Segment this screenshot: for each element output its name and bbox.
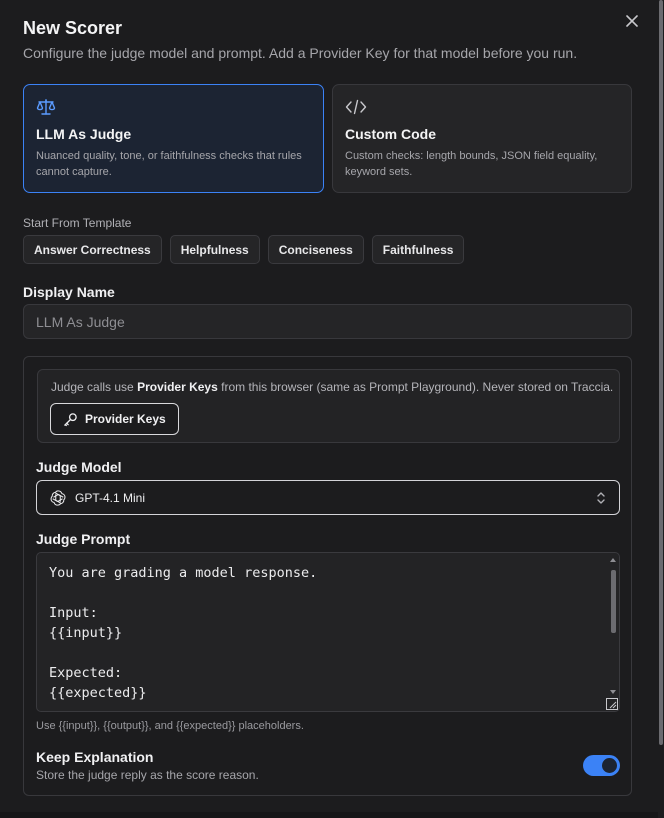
- judge-prompt-textarea[interactable]: You are grading a model response. Input:…: [36, 552, 620, 712]
- openai-icon: [50, 489, 66, 506]
- key-icon: [64, 412, 77, 426]
- chevron-up-down-icon: [597, 491, 605, 504]
- card-description: Nuanced quality, tone, or faithfulness c…: [36, 150, 302, 178]
- scorer-type-card-llm-judge[interactable]: LLM As Judge Nuanced quality, tone, or f…: [23, 84, 324, 193]
- template-chips: Answer Correctness Helpfulness Concisene…: [23, 235, 465, 264]
- dialog-title: New Scorer: [23, 18, 123, 38]
- scale-icon: [36, 99, 56, 115]
- judge-config-panel: Judge calls use Provider Keys from this …: [23, 356, 632, 796]
- close-icon: [626, 15, 638, 27]
- card-title: Custom Code: [345, 126, 436, 142]
- template-section-label: Start From Template: [23, 216, 132, 230]
- dialog-bottom-edge: [0, 812, 664, 818]
- page-scrollbar-track[interactable]: [658, 0, 664, 818]
- provider-keys-notice: Judge calls use Provider Keys from this …: [37, 369, 620, 443]
- dialog-subtitle: Configure the judge model and prompt. Ad…: [23, 45, 578, 61]
- judge-prompt-text: You are grading a model response. Input:…: [49, 565, 318, 701]
- new-scorer-dialog: New Scorer Configure the judge model and…: [0, 0, 664, 818]
- scorer-type-card-custom-code[interactable]: Custom Code Custom checks: length bounds…: [332, 84, 632, 193]
- display-name-placeholder: LLM As Judge: [36, 313, 125, 330]
- display-name-label: Display Name: [23, 284, 115, 300]
- keep-explanation-label: Keep Explanation: [36, 749, 154, 765]
- scroll-down-arrow-icon[interactable]: [610, 689, 616, 695]
- provider-keys-button-label: Provider Keys: [85, 412, 166, 426]
- judge-model-label: Judge Model: [36, 459, 122, 475]
- page-scrollbar-thumb[interactable]: [659, 0, 663, 745]
- keep-explanation-description: Store the judge reply as the score reaso…: [36, 768, 259, 782]
- notice-text: Judge calls use Provider Keys from this …: [51, 380, 614, 394]
- code-icon: [345, 99, 367, 115]
- resize-handle-icon[interactable]: [606, 698, 618, 710]
- card-description: Custom checks: length bounds, JSON field…: [345, 150, 598, 178]
- toggle-knob: [602, 758, 617, 773]
- keep-explanation-toggle[interactable]: [583, 755, 620, 776]
- template-chip-helpfulness[interactable]: Helpfulness: [169, 235, 260, 264]
- template-chip-answer-correctness[interactable]: Answer Correctness: [23, 235, 162, 264]
- judge-prompt-label: Judge Prompt: [36, 531, 131, 547]
- card-title: LLM As Judge: [36, 126, 132, 142]
- scroll-up-arrow-icon[interactable]: [610, 557, 616, 563]
- provider-keys-button[interactable]: Provider Keys: [50, 403, 179, 435]
- close-button[interactable]: [622, 11, 642, 31]
- template-chip-faithfulness[interactable]: Faithfulness: [371, 235, 465, 264]
- display-name-input[interactable]: LLM As Judge: [23, 304, 632, 339]
- judge-model-value: GPT-4.1 Mini: [75, 490, 146, 505]
- template-chip-conciseness[interactable]: Conciseness: [267, 235, 364, 264]
- textarea-scrollbar-thumb[interactable]: [611, 570, 616, 633]
- judge-model-select[interactable]: GPT-4.1 Mini: [36, 480, 620, 515]
- placeholder-hint: Use {{input}}, {{output}}, and {{expecte…: [36, 720, 304, 732]
